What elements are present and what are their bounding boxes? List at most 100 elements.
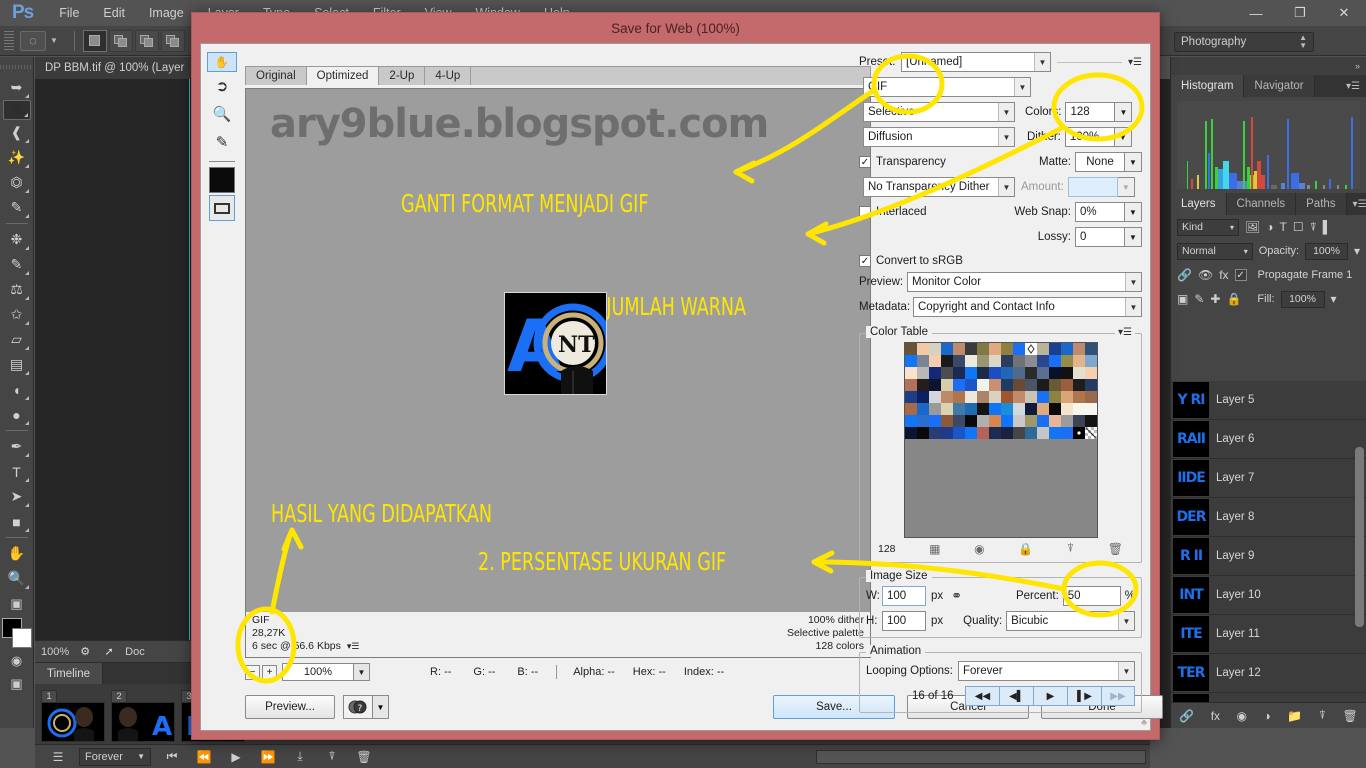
color-swatch[interactable]: [1084, 427, 1097, 439]
color-swatch[interactable]: [976, 379, 989, 391]
color-swatch[interactable]: [1036, 403, 1049, 415]
color-swatch[interactable]: [904, 343, 917, 355]
color-swatch[interactable]: [1036, 367, 1049, 379]
color-swatch[interactable]: [904, 415, 917, 427]
layer-name[interactable]: Layer 6: [1216, 433, 1254, 445]
eyedropper-tool[interactable]: ✎: [207, 128, 237, 156]
color-swatch[interactable]: [1072, 367, 1085, 379]
delete-frame-icon[interactable]: 🗑: [353, 750, 375, 764]
color-swatch[interactable]: [928, 415, 941, 427]
color-swatch[interactable]: [1000, 343, 1013, 355]
color-swatch[interactable]: [928, 367, 941, 379]
color-swatch[interactable]: [964, 391, 977, 403]
color-swatch[interactable]: [904, 427, 917, 439]
delete-layer-icon[interactable]: 🗑: [1342, 709, 1357, 723]
zoom-tool[interactable]: 🔍: [3, 566, 31, 591]
color-swatch[interactable]: [1048, 343, 1061, 355]
color-swatch[interactable]: [916, 427, 929, 439]
filter-image-icon[interactable]: 🖼: [1245, 220, 1260, 234]
color-swatch[interactable]: [1000, 379, 1013, 391]
propagate-checkbox[interactable]: ✓: [1234, 269, 1247, 281]
color-swatch[interactable]: [1048, 355, 1061, 367]
color-swatch[interactable]: [952, 379, 965, 391]
color-swatch[interactable]: [1036, 415, 1049, 427]
adjustment-layer-icon[interactable]: ◑: [1264, 709, 1271, 723]
color-swatch[interactable]: [964, 367, 977, 379]
color-swatch[interactable]: [976, 403, 989, 415]
color-swatch[interactable]: [1024, 391, 1037, 403]
tab-original[interactable]: Original: [246, 67, 307, 85]
dither-value[interactable]: 100%: [1064, 127, 1115, 147]
color-swatch[interactable]: [916, 355, 929, 367]
color-swatch[interactable]: [904, 379, 917, 391]
menu-file[interactable]: File: [47, 0, 91, 26]
color-swatch[interactable]: [1072, 391, 1085, 403]
hand-tool[interactable]: ✋: [207, 52, 237, 72]
color-swatch[interactable]: [916, 343, 929, 355]
color-swatch[interactable]: [1072, 415, 1085, 427]
layer-thumbnail[interactable]: R II: [1173, 538, 1209, 574]
zoom-out-button[interactable]: −: [245, 664, 260, 680]
layer-row[interactable]: R II Layer 9: [1171, 537, 1366, 576]
hand-tool[interactable]: ✋: [3, 541, 31, 566]
lock-position-icon[interactable]: ✚: [1210, 292, 1220, 306]
color-swatch[interactable]: [952, 427, 965, 439]
blur-tool[interactable]: ◖: [3, 377, 31, 402]
crop-tool[interactable]: ⏣: [3, 170, 31, 195]
layer-row[interactable]: IIDE Layer 7: [1171, 459, 1366, 498]
color-swatch[interactable]: [928, 427, 941, 439]
timeline-scrollbar[interactable]: [816, 750, 1146, 764]
previous-frame-icon[interactable]: ⏪: [193, 750, 215, 764]
color-swatch[interactable]: [952, 367, 965, 379]
dodge-tool[interactable]: ●: [3, 402, 31, 427]
tab-paths[interactable]: Paths: [1296, 193, 1347, 215]
move-tool[interactable]: ➥: [3, 75, 31, 100]
layer-fx-icon[interactable]: fx: [1219, 268, 1228, 282]
layer-name[interactable]: Layer 7: [1216, 472, 1254, 484]
layer-thumbnail[interactable]: RAII: [1173, 421, 1209, 457]
history-brush-tool[interactable]: ✩: [3, 302, 31, 327]
restore-icon[interactable]: ❐: [1278, 0, 1322, 26]
color-swatch[interactable]: [940, 391, 953, 403]
color-swatch[interactable]: [1060, 355, 1073, 367]
looping-selector[interactable]: Forever ▼: [79, 747, 151, 766]
color-swatch[interactable]: [964, 355, 977, 367]
color-swatch[interactable]: [1048, 427, 1061, 439]
workspace-selector[interactable]: Photography ▲ ▼: [1174, 32, 1314, 52]
layer-row[interactable]: ITE Layer 11: [1171, 615, 1366, 654]
layer-thumbnail[interactable]: TER: [1173, 655, 1209, 691]
layer-thumbnail[interactable]: Y RI: [1173, 382, 1209, 418]
color-swatch[interactable]: [952, 415, 965, 427]
settings-panel-menu-icon[interactable]: ▾☰: [1128, 57, 1142, 68]
tab-layers[interactable]: Layers: [1171, 193, 1227, 215]
new-color-icon[interactable]: ⍒: [1067, 541, 1074, 556]
lock-transparency-icon[interactable]: ▣: [1177, 292, 1188, 306]
dither-algorithm-selector[interactable]: Diffusion ▼: [863, 127, 1015, 147]
info-menu-icon[interactable]: ▾☰: [347, 640, 360, 653]
color-swatch[interactable]: [1000, 355, 1013, 367]
resize-grip-icon[interactable]: ♣: [1141, 717, 1147, 727]
color-swatch[interactable]: [940, 415, 953, 427]
toggle-slices-visibility-icon[interactable]: [209, 195, 235, 221]
chevron-down-icon[interactable]: ▾: [1354, 244, 1360, 258]
color-swatch[interactable]: [1024, 379, 1037, 391]
color-swatch[interactable]: [904, 391, 917, 403]
duplicate-frame-icon[interactable]: ⍒: [321, 749, 343, 764]
layers-list[interactable]: Y RI Layer 5 RAII Layer 6 IIDE Layer 7 D…: [1171, 381, 1366, 702]
color-swatch[interactable]: [1048, 367, 1061, 379]
color-swatch[interactable]: [916, 391, 929, 403]
color-swatch[interactable]: [964, 427, 977, 439]
tools-panel-handle-icon[interactable]: [0, 61, 33, 73]
timeline-frame[interactable]: 1 0,2 sec. ▼: [41, 690, 105, 755]
color-swatch[interactable]: [1048, 403, 1061, 415]
screen-mode-icon[interactable]: ▣: [6, 674, 28, 694]
status-zoom-value[interactable]: 100%: [41, 646, 69, 658]
percent-value[interactable]: 50: [1062, 586, 1121, 606]
brush-tool[interactable]: ✎: [3, 252, 31, 277]
layer-thumbnail[interactable]: ITE: [1173, 616, 1209, 652]
color-swatch[interactable]: [1048, 379, 1061, 391]
color-swatch[interactable]: [1012, 367, 1025, 379]
color-swatch[interactable]: [988, 343, 1001, 355]
play-button[interactable]: ▶: [1033, 686, 1067, 706]
layer-name[interactable]: Layer 9: [1216, 550, 1254, 562]
